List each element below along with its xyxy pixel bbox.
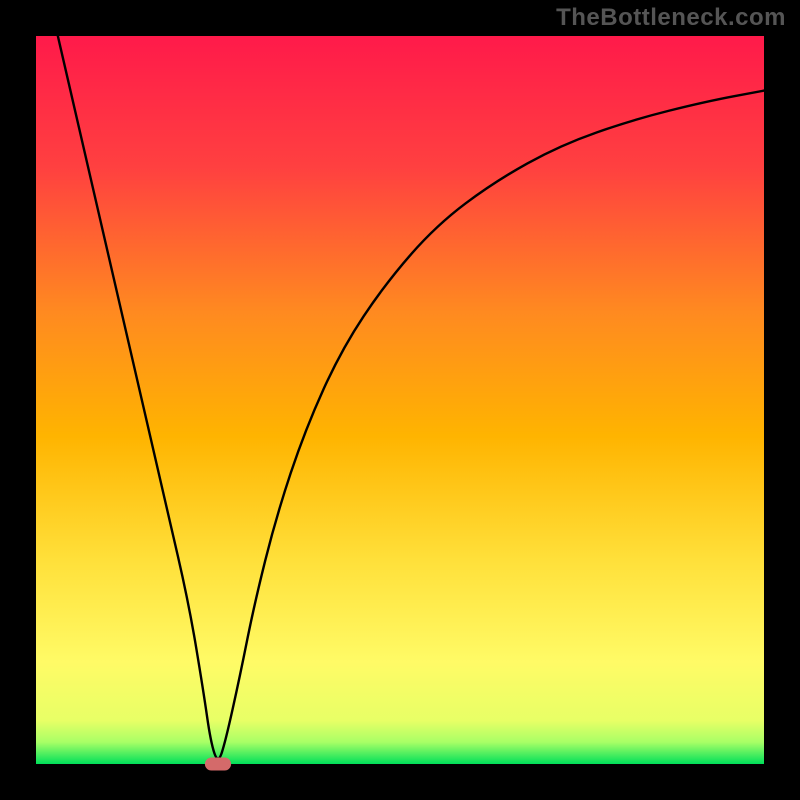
watermark-text: TheBottleneck.com <box>556 4 786 32</box>
chart-svg <box>0 0 800 800</box>
chart-frame: TheBottleneck.com <box>0 0 800 800</box>
plot-background <box>36 36 764 764</box>
optimum-marker <box>205 757 231 770</box>
